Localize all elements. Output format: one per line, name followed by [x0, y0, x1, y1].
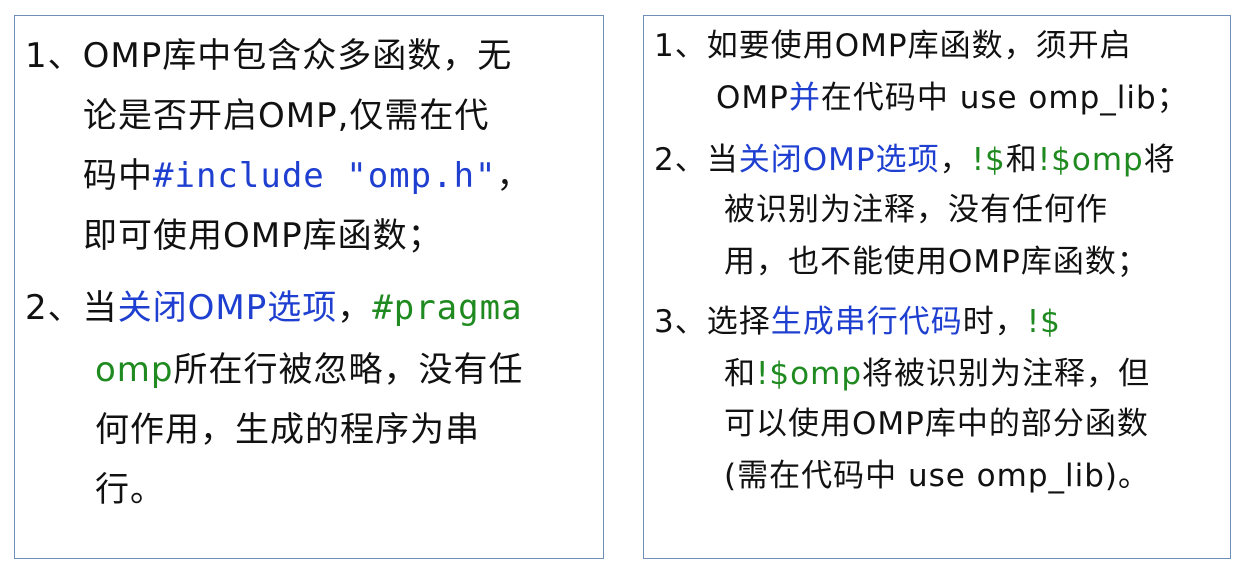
omp-sentinel-keyword: !$omp	[1037, 142, 1144, 178]
close-omp-option-highlight: 关闭OMP选项	[738, 142, 940, 178]
right-item2-line2: 被识别为注释，没有任何作	[724, 190, 1108, 230]
right-item2-text: 用，也不能使用OMP库函数；	[724, 244, 1149, 280]
right-item2-text: ，	[939, 142, 972, 178]
right-item3-line2: 和!$omp将被识别为注释，但	[724, 354, 1150, 394]
right-item1-text: 1、如要使用OMP库函数，须开启	[654, 28, 1132, 64]
right-text-panel: 1、如要使用OMP库函数，须开启 OMP并在代码中 use omp_lib； 2…	[643, 15, 1231, 559]
left-item2-text: 2、当	[25, 288, 118, 328]
omp-sentinel-keyword: !$omp	[756, 356, 862, 392]
right-item3-text: 和	[724, 356, 756, 392]
omp-keyword: omp	[95, 350, 174, 390]
right-item2-line3: 用，也不能使用OMP库函数；	[724, 242, 1149, 282]
left-item1-text: 论是否开启OMP,仅需在代	[83, 96, 490, 136]
right-item3-line3: 可以使用OMP库中的部分函数	[724, 404, 1149, 444]
right-item1-text: 在代码中 use omp_lib；	[820, 80, 1189, 116]
left-text-panel: 1、OMP库中包含众多函数，无 论是否开启OMP,仅需在代 码中#include…	[14, 15, 604, 559]
right-item2-text: 将	[1143, 142, 1176, 178]
generate-serial-code-highlight: 生成串行代码	[770, 304, 963, 340]
left-item2-line2: omp所在行被忽略，没有任	[95, 348, 524, 392]
left-item1-text: 码中	[83, 156, 153, 196]
pragma-keyword: #pragma	[372, 288, 523, 328]
right-item3-text: 将被识别为注释，但	[862, 356, 1150, 392]
right-item2-line1: 2、当关闭OMP选项，!$和!$omp将	[654, 140, 1176, 180]
left-item1-text: ，	[496, 156, 532, 196]
right-item3-text: 3、选择	[654, 304, 771, 340]
left-item2-line4: 行。	[95, 468, 165, 512]
left-item1-text: 1、OMP库中包含众多函数，无	[25, 36, 513, 76]
right-item1-line2: OMP并在代码中 use omp_lib；	[716, 78, 1189, 118]
left-item1-line4: 即可使用OMP库函数；	[83, 214, 443, 258]
left-item2-text: 何作用，生成的程序为串	[95, 410, 480, 450]
left-item2-text: 所在行被忽略，没有任	[173, 350, 524, 390]
and-highlight: 并	[788, 80, 821, 116]
right-item3-text: 可以使用OMP库中的部分函数	[724, 406, 1149, 442]
sentinel-keyword: !$	[1026, 304, 1061, 340]
left-item1-line3: 码中#include "omp.h"，	[83, 154, 532, 198]
right-item2-text: 和	[1005, 142, 1038, 178]
left-item2-line1: 2、当关闭OMP选项，#pragma	[25, 286, 523, 330]
left-item1-text: 即可使用OMP库函数；	[83, 216, 443, 256]
left-item1-line2: 论是否开启OMP,仅需在代	[83, 94, 489, 138]
include-directive: #include "omp.h"	[153, 156, 497, 196]
right-item2-text: 被识别为注释，没有任何作	[724, 192, 1108, 228]
left-item2-text: ，	[337, 288, 373, 328]
right-item1-text: OMP	[716, 80, 789, 116]
left-item1-line1: 1、OMP库中包含众多函数，无	[25, 34, 512, 78]
left-item2-text: 行。	[95, 470, 165, 510]
right-item1-line1: 1、如要使用OMP库函数，须开启	[654, 26, 1132, 66]
sentinel-keyword: !$	[971, 142, 1006, 178]
close-omp-option-highlight: 关闭OMP选项	[117, 288, 338, 328]
right-item3-line1: 3、选择生成串行代码时，!$	[654, 302, 1061, 342]
right-item2-text: 2、当	[654, 142, 739, 178]
right-item3-text: (需在代码中 use omp_lib)。	[724, 458, 1151, 494]
right-item3-line4: (需在代码中 use omp_lib)。	[724, 456, 1150, 496]
left-item2-line3: 何作用，生成的程序为串	[95, 408, 480, 452]
right-item3-text: 时，	[962, 304, 1027, 340]
